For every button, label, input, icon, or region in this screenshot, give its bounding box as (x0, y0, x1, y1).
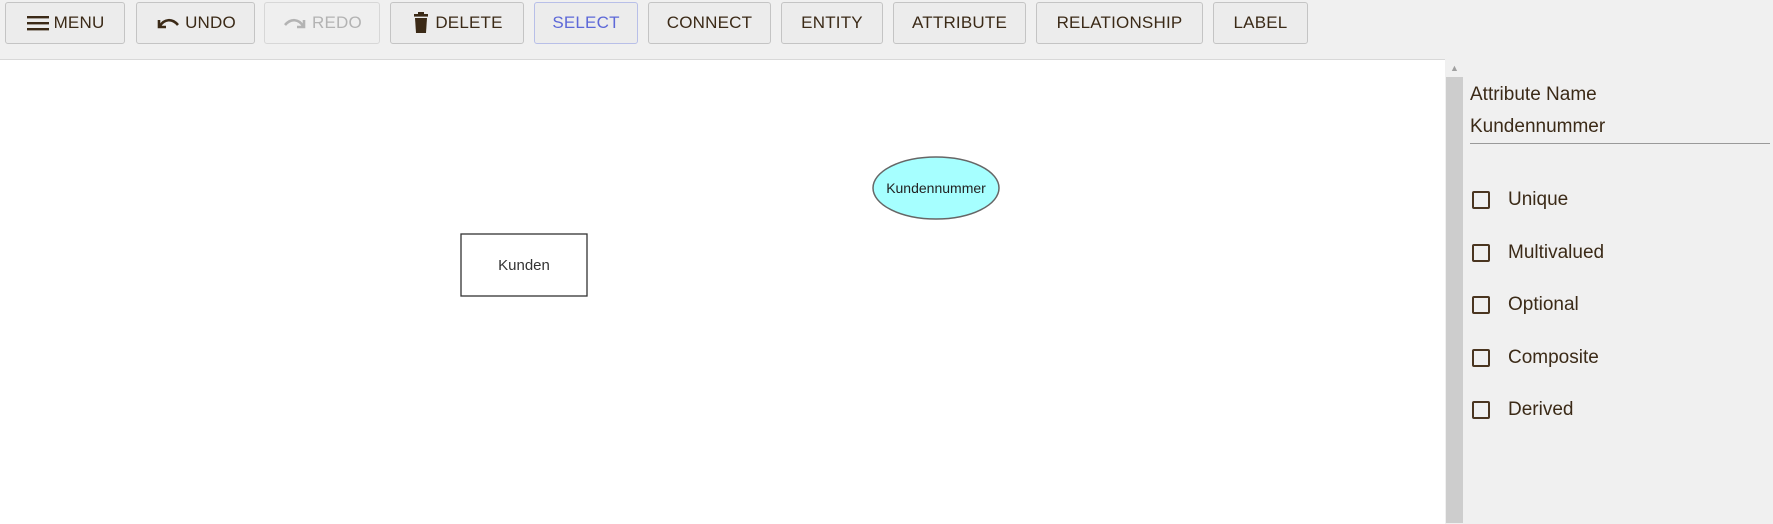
delete-button[interactable]: DELETE (390, 2, 524, 44)
redo-icon (282, 13, 308, 33)
connect-button[interactable]: CONNECT (648, 2, 771, 44)
composite-checkbox[interactable] (1472, 349, 1490, 367)
undo-icon (155, 13, 181, 33)
attribute-node[interactable]: Kundennummer (872, 156, 1000, 220)
optional-checkbox[interactable] (1472, 296, 1490, 314)
undo-button[interactable]: UNDO (136, 2, 255, 44)
derived-label: Derived (1508, 399, 1574, 420)
undo-label: UNDO (185, 13, 236, 32)
attribute-name-label: Attribute Name (1470, 84, 1597, 105)
entity-button[interactable]: ENTITY (781, 2, 883, 44)
attribute-name: Kundennummer (886, 180, 986, 196)
relationship-label: RELATIONSHIP (1056, 13, 1183, 32)
composite-label: Composite (1508, 347, 1599, 368)
toolbar: MENU UNDO REDO DELETE SELECT CONNECT ENT… (0, 0, 1773, 58)
attribute-label: ATTRIBUTE (912, 13, 1007, 32)
menu-label: MENU (53, 13, 105, 32)
derived-checkbox[interactable] (1472, 401, 1490, 419)
entity-node[interactable]: Kunden (460, 233, 588, 297)
unique-option[interactable]: Unique (1470, 185, 1568, 215)
delete-label: DELETE (435, 13, 503, 32)
attribute-name-input[interactable] (1470, 111, 1770, 144)
connect-label: CONNECT (666, 13, 753, 32)
menu-button[interactable]: MENU (5, 2, 125, 44)
scroll-thumb[interactable] (1446, 77, 1463, 523)
optional-label: Optional (1508, 294, 1579, 315)
diagram-canvas[interactable]: Kunden Kundennummer (0, 59, 1445, 524)
redo-button[interactable]: REDO (264, 2, 380, 44)
select-button[interactable]: SELECT (534, 2, 638, 44)
optional-option[interactable]: Optional (1470, 290, 1579, 320)
label-button[interactable]: LABEL (1213, 2, 1308, 44)
unique-label: Unique (1508, 189, 1569, 210)
label-tool-label: LABEL (1233, 13, 1288, 32)
composite-option[interactable]: Composite (1470, 343, 1599, 373)
menu-icon (26, 13, 50, 33)
relationship-button[interactable]: RELATIONSHIP (1036, 2, 1203, 44)
properties-panel: Attribute Name Unique Multivalued Option… (1464, 59, 1773, 523)
diagram-svg: Kunden Kundennummer (460, 156, 1000, 297)
vertical-scrollbar[interactable]: ▲ (1445, 59, 1464, 523)
attribute-button[interactable]: ATTRIBUTE (893, 2, 1026, 44)
multivalued-checkbox[interactable] (1472, 244, 1490, 262)
entity-name: Kunden (498, 257, 550, 274)
trash-icon (411, 12, 431, 34)
derived-option[interactable]: Derived (1470, 395, 1573, 425)
multivalued-option[interactable]: Multivalued (1470, 238, 1604, 268)
multivalued-label: Multivalued (1508, 242, 1605, 263)
unique-checkbox[interactable] (1472, 191, 1490, 209)
redo-label: REDO (312, 13, 362, 32)
select-label: SELECT (552, 13, 620, 32)
scroll-up-icon[interactable]: ▲ (1445, 59, 1464, 77)
entity-label: ENTITY (801, 13, 863, 32)
